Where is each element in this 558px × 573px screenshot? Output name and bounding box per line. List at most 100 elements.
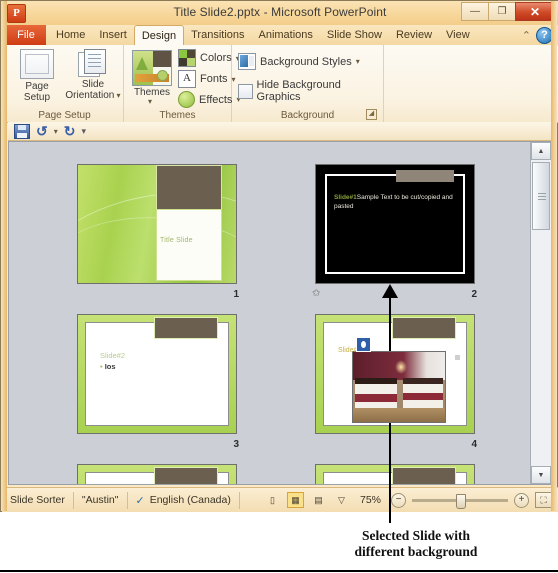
vertical-scrollbar[interactable]: ▲ ▼ [530,142,551,484]
annotation-caption: Selected Slide with different background [296,528,536,560]
language-label: English (Canada) [149,494,231,506]
background-styles-chevron-down-icon[interactable]: ▾ [356,57,360,66]
themes-gallery-icon[interactable] [132,50,172,86]
view-button-reading[interactable]: ▤ [310,492,327,508]
slide-thumbnail-6[interactable] [315,464,475,484]
window-frame-left [1,1,7,511]
fit-to-window-button[interactable]: ⛶ [535,492,552,508]
checkbox-icon[interactable] [238,83,253,99]
quick-access-toolbar: ↺ ▾ ↻ ▾ [8,122,552,141]
slide-2-accent-box [396,170,454,182]
close-button[interactable]: ✕ [515,2,555,21]
page-setup-label-line1: Page [25,81,49,92]
tab-transitions[interactable]: Transitions [184,25,251,45]
ribbon-group-themes: Themes ▾ Colors ▾ A Fonts ▾ Effects ▾ [124,45,240,122]
view-name-label: Slide Sorter [10,494,65,506]
status-view-name[interactable]: Slide Sorter [2,491,74,509]
zoom-out-button[interactable]: − [391,492,406,508]
slide-1-content: Title Slide [78,165,236,283]
slide-number-2: 2 [471,289,477,300]
undo-chevron-down-icon[interactable]: ▾ [54,127,58,136]
redo-icon[interactable]: ↻ [64,124,76,138]
zoom-slider[interactable] [412,493,508,509]
tab-review[interactable]: Review [389,25,439,45]
slide-item-3[interactable]: Slide#2 Ios 3 [77,314,239,450]
customize-quick-access-icon[interactable]: ▾ [81,126,86,137]
zoom-in-button[interactable]: + [514,492,529,508]
hide-background-graphics-checkbox[interactable]: Hide Background Graphics [238,79,383,103]
tab-file[interactable]: File [6,25,46,45]
tab-view[interactable]: View [439,25,477,45]
slide-item-6[interactable] [315,464,475,484]
view-button-normal[interactable]: ▯ [264,492,281,508]
slide-orientation-button[interactable]: Slide Orientation ▾ [62,49,124,101]
powerpoint-screenshot: P Title Slide2.pptx - Microsoft PowerPoi… [0,0,558,573]
annotation-arrow-head [382,284,398,298]
slide-orientation-icon [78,49,108,77]
slide-item-2[interactable]: Slide#1Sample Text to be cut/copied and … [310,159,480,300]
tab-home[interactable]: Home [49,25,92,45]
restore-button[interactable]: ❐ [488,2,515,21]
slide-thumbnail-3[interactable]: Slide#2 Ios [77,314,237,434]
status-theme-name[interactable]: "Austin" [74,491,128,509]
themes-chevron-down-icon[interactable]: ▾ [148,97,152,106]
slide-3-bullet-text: Ios [100,362,116,371]
tab-insert[interactable]: Insert [92,25,134,45]
slides-area: Title Slide 1 Slide#1Sample Text to be c… [9,142,530,484]
minimize-ribbon-icon[interactable]: ⌃ [522,29,531,42]
slide-2-overlay-text: Slide#1 [334,194,357,201]
effects-icon [178,91,195,108]
slide-item-4[interactable]: Slide#3 4 [315,314,477,450]
colors-button[interactable]: Colors ▾ [178,49,240,67]
scroll-up-button[interactable]: ▲ [531,142,551,160]
fonts-button[interactable]: A Fonts ▾ [178,70,236,88]
tab-animations[interactable]: Animations [252,25,320,45]
undo-icon[interactable]: ↺ [36,124,48,138]
slide-thumbnail-1[interactable]: Title Slide [77,164,237,284]
slide-5-accent-box [154,467,218,484]
spell-check-icon[interactable]: ✓ [136,494,145,507]
group-label-themes: Themes [159,110,196,121]
hide-background-graphics-label: Hide Background Graphics [256,79,341,103]
view-button-slide-show[interactable]: ▽ [333,492,350,508]
ribbon-content: Page Setup Slide Orientation ▾ Page Setu… [2,45,558,123]
zoom-level-label[interactable]: 75% [356,494,385,506]
page-setup-label-line2: Setup [23,92,51,103]
minimize-button[interactable]: — [461,2,488,21]
status-bar: Slide Sorter "Austin" ✓ English (Canada)… [2,487,558,512]
slide-3-accent-box [154,317,218,339]
transition-marker-icon[interactable]: ✩ [312,288,320,299]
scrollbar-thumb[interactable] [532,162,550,230]
slide-6-accent-box [392,467,456,484]
scroll-down-button[interactable]: ▼ [531,466,551,484]
zoom-slider-handle[interactable] [456,493,466,509]
status-language[interactable]: ✓ English (Canada) [128,491,240,509]
chevron-down-icon[interactable]: ▾ [114,91,121,100]
slide-4-corner-mark [455,355,460,360]
save-icon[interactable] [14,123,30,139]
background-dialog-launcher-icon[interactable]: ◢ [366,109,377,120]
tab-slide-show[interactable]: Slide Show [320,25,389,45]
slide-item-1[interactable]: Title Slide 1 [77,164,239,300]
background-styles-button[interactable]: Background Styles ▾ [238,53,360,70]
slide-sorter-pane[interactable]: Title Slide 1 Slide#1Sample Text to be c… [8,141,552,485]
background-styles-label: Background Styles [260,55,352,68]
hotel-room-image [352,351,446,423]
slide-number-3: 3 [233,439,239,450]
slide-1-title-text: Title Slide [160,237,193,244]
slide-number-4: 4 [471,439,477,450]
picture-placeholder-icon [356,337,371,352]
slide-5-content [78,465,236,484]
view-button-slide-sorter[interactable]: ▦ [286,492,304,508]
slide-item-5[interactable] [77,464,237,484]
page-setup-icon [20,49,54,79]
caption-line-2: different background [354,544,478,559]
tab-design[interactable]: Design [133,25,185,47]
fonts-label: Fonts [200,73,228,85]
page-setup-button[interactable]: Page Setup [10,49,64,103]
slide-thumbnail-4[interactable]: Slide#3 [315,314,475,434]
slide-thumbnail-2[interactable]: Slide#1Sample Text to be cut/copied and … [315,164,475,284]
slide-thumbnail-5[interactable] [77,464,237,484]
window-controls: — ❐ ✕ [461,2,555,21]
ribbon-group-page-setup: Page Setup Slide Orientation ▾ Page Setu… [6,45,124,122]
